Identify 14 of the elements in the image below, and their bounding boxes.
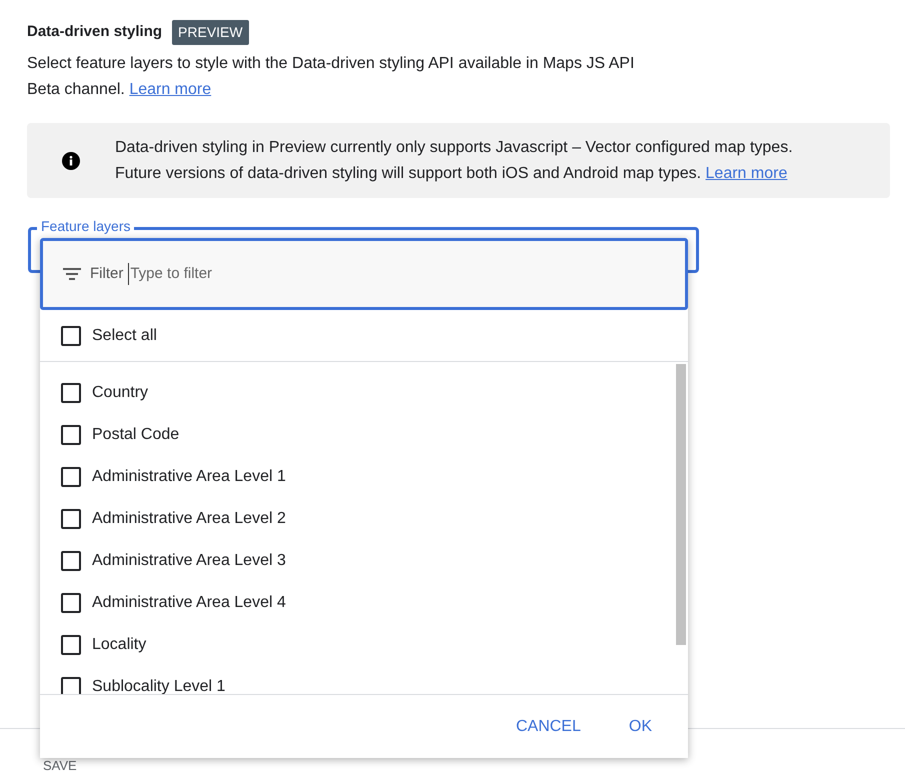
checkbox-label: Administrative Area Level 1 bbox=[92, 467, 286, 487]
checkbox-label: Locality bbox=[92, 635, 146, 655]
description: Select feature layers to style with the Data-driven styling API available in Maps JS API Beta channel. Learn more bbox=[27, 54, 636, 100]
notice-text: Data-driven styling in Preview currently only supports Javascript – Vector configured map types. Future versions of data-driven styling will support both iOS and Android map types. Learn more bbox=[115, 138, 794, 184]
checkbox-label: Administrative Area Level 3 bbox=[92, 551, 286, 571]
checkbox-label: Select all bbox=[92, 326, 157, 346]
checkbox-label: Country bbox=[92, 383, 148, 403]
preview-badge: PREVIEW bbox=[172, 20, 249, 45]
checkbox-label: Administrative Area Level 4 bbox=[92, 593, 286, 613]
filter-label: Filter bbox=[90, 264, 124, 284]
checkbox-label: Postal Code bbox=[92, 425, 180, 445]
checkbox-label: Administrative Area Level 2 bbox=[92, 509, 286, 529]
checkbox-label: Sublocality Level 1 bbox=[92, 677, 226, 694]
section-title: Data-driven styling bbox=[27, 22, 162, 42]
